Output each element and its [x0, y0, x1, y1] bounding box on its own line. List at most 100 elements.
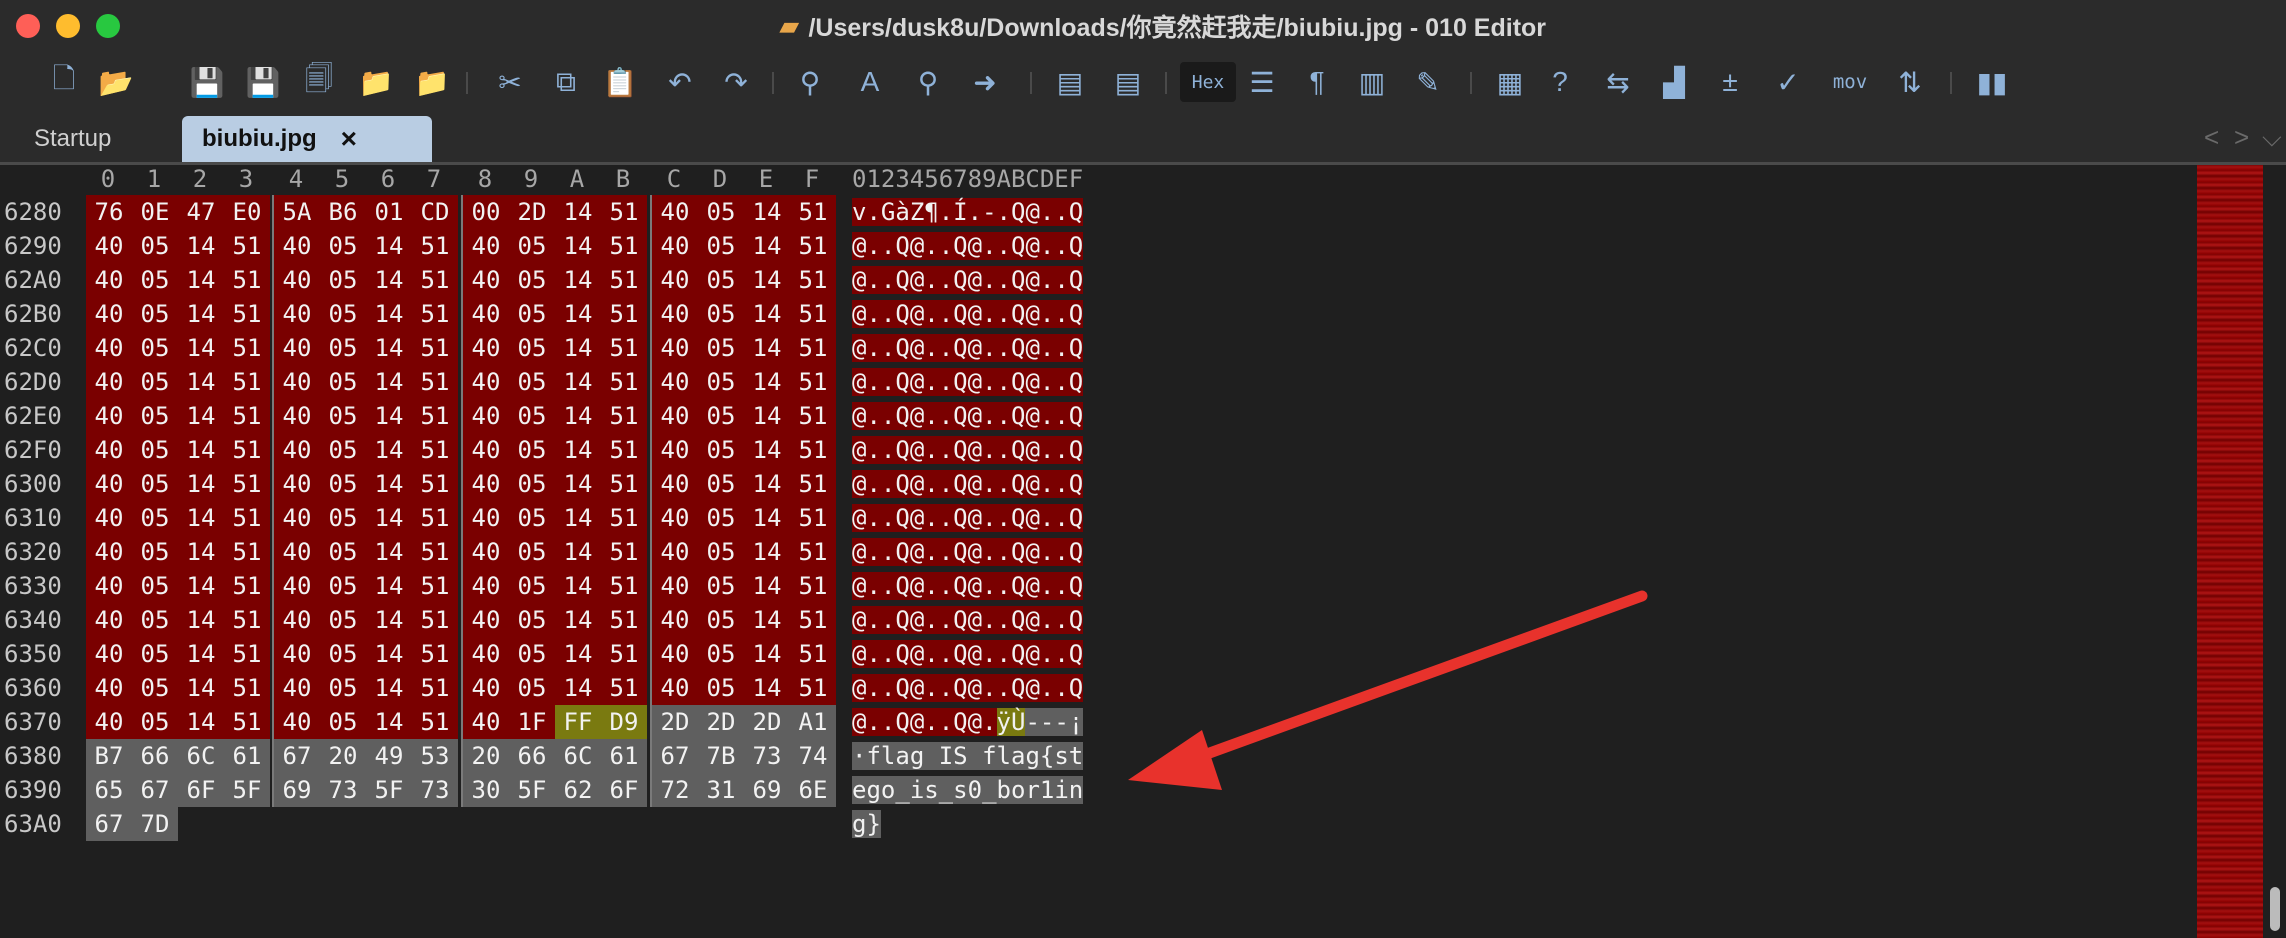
hex-byte[interactable]: 62 — [555, 773, 601, 807]
hex-byte[interactable]: 51 — [601, 365, 647, 399]
hex-byte[interactable]: 51 — [790, 569, 836, 603]
hex-byte[interactable]: 6C — [178, 739, 224, 773]
hex-byte[interactable]: 7D — [132, 807, 178, 841]
hex-byte[interactable]: 30 — [463, 773, 509, 807]
hex-byte[interactable]: 05 — [132, 297, 178, 331]
hex-byte[interactable]: 51 — [224, 535, 270, 569]
ascii-row[interactable]: @..Q@..Q@..Q@..Q — [852, 501, 1084, 535]
hex-byte[interactable]: 40 — [86, 229, 132, 263]
hex-byte[interactable]: 51 — [412, 331, 458, 365]
hex-byte[interactable]: 51 — [601, 603, 647, 637]
hex-byte[interactable]: 14 — [744, 637, 790, 671]
hex-byte[interactable]: 51 — [412, 365, 458, 399]
hex-byte[interactable]: 67 — [132, 773, 178, 807]
hex-byte[interactable]: 51 — [790, 467, 836, 501]
save-icon[interactable]: 💾 — [187, 62, 227, 102]
hex-byte[interactable]: 51 — [224, 229, 270, 263]
hex-byte[interactable]: 40 — [274, 263, 320, 297]
hex-byte[interactable]: 51 — [790, 637, 836, 671]
hex-byte[interactable]: 51 — [790, 195, 836, 229]
hex-byte[interactable]: 14 — [178, 467, 224, 501]
hex-byte[interactable]: 40 — [652, 331, 698, 365]
hex-byte[interactable]: 51 — [412, 603, 458, 637]
hex-byte[interactable]: 40 — [86, 433, 132, 467]
hex-byte[interactable]: 69 — [274, 773, 320, 807]
hex-byte[interactable]: 14 — [366, 535, 412, 569]
hex-byte[interactable]: 05 — [320, 603, 366, 637]
hex-byte[interactable]: 14 — [555, 297, 601, 331]
hex-byte[interactable]: 05 — [698, 569, 744, 603]
hex-byte[interactable]: D9 — [601, 705, 647, 739]
hex-byte[interactable]: 05 — [509, 297, 555, 331]
hex-byte[interactable]: 40 — [274, 569, 320, 603]
hex-byte[interactable]: 51 — [601, 195, 647, 229]
hex-byte[interactable]: 51 — [224, 637, 270, 671]
hex-byte[interactable]: 14 — [178, 297, 224, 331]
hex-byte[interactable]: 40 — [652, 263, 698, 297]
hex-byte[interactable]: 40 — [652, 399, 698, 433]
hex-byte[interactable]: 73 — [320, 773, 366, 807]
undo-icon[interactable]: ↶ — [660, 62, 700, 102]
hex-byte[interactable]: 05 — [698, 467, 744, 501]
hex-byte[interactable]: 51 — [790, 229, 836, 263]
hex-byte[interactable]: 40 — [463, 569, 509, 603]
hex-byte[interactable]: 40 — [652, 365, 698, 399]
hex-byte[interactable]: 05 — [320, 467, 366, 501]
hex-byte[interactable]: E0 — [224, 195, 270, 229]
hex-byte[interactable]: 05 — [698, 637, 744, 671]
hex-byte[interactable]: 05 — [320, 569, 366, 603]
hex-byte[interactable]: 51 — [601, 331, 647, 365]
hex-byte[interactable]: 47 — [178, 195, 224, 229]
hex-byte[interactable]: 51 — [601, 535, 647, 569]
hex-byte[interactable]: 66 — [509, 739, 555, 773]
close-window-button[interactable] — [16, 14, 40, 38]
hex-byte[interactable]: 2D — [744, 705, 790, 739]
pause-icon[interactable]: ▮▮ — [1972, 62, 2012, 102]
hex-byte[interactable]: 05 — [132, 535, 178, 569]
hex-byte[interactable]: 05 — [320, 331, 366, 365]
hex-byte[interactable]: 05 — [132, 331, 178, 365]
hex-byte[interactable]: 40 — [86, 671, 132, 705]
hex-byte[interactable]: 05 — [698, 297, 744, 331]
hex-byte[interactable]: 40 — [463, 671, 509, 705]
hex-byte[interactable]: 51 — [224, 263, 270, 297]
hex-byte[interactable]: 40 — [463, 297, 509, 331]
tab-prev-icon[interactable]: < — [2204, 122, 2219, 153]
hex-byte[interactable]: 40 — [652, 603, 698, 637]
hex-byte[interactable]: 51 — [412, 637, 458, 671]
hex-byte[interactable]: 05 — [132, 365, 178, 399]
hex-byte[interactable]: 05 — [320, 671, 366, 705]
ascii-row[interactable]: v.GàZ¶.Í.-.Q@..Q — [852, 195, 1084, 229]
ascii-row[interactable]: @..Q@..Q@..Q@..Q — [852, 365, 1084, 399]
hex-byte[interactable]: B7 — [86, 739, 132, 773]
hex-byte[interactable]: 40 — [652, 229, 698, 263]
hex-byte[interactable]: FF — [555, 705, 601, 739]
hex-byte[interactable]: 2D — [509, 195, 555, 229]
hex-byte[interactable]: 40 — [274, 467, 320, 501]
hex-byte[interactable]: 14 — [744, 297, 790, 331]
hex-byte[interactable]: 14 — [744, 365, 790, 399]
hex-byte[interactable]: 05 — [132, 569, 178, 603]
hex-byte[interactable]: 66 — [132, 739, 178, 773]
highlight-icon[interactable]: ✎ — [1408, 62, 1448, 102]
hex-byte[interactable]: 51 — [790, 603, 836, 637]
hex-byte[interactable]: 05 — [132, 603, 178, 637]
hex-byte[interactable]: 05 — [509, 433, 555, 467]
hex-byte[interactable]: 40 — [274, 399, 320, 433]
hex-byte[interactable]: 51 — [412, 263, 458, 297]
hex-byte[interactable]: 05 — [320, 501, 366, 535]
hex-byte[interactable]: 51 — [601, 433, 647, 467]
hex-byte[interactable]: 51 — [412, 229, 458, 263]
hex-byte[interactable]: 40 — [86, 705, 132, 739]
hex-byte[interactable]: 40 — [274, 671, 320, 705]
hex-byte[interactable]: 14 — [366, 501, 412, 535]
hex-byte[interactable]: 40 — [274, 637, 320, 671]
hex-byte[interactable]: 20 — [320, 739, 366, 773]
ascii-row[interactable]: g} — [852, 807, 881, 841]
line-width-icon[interactable]: ▥ — [1352, 62, 1392, 102]
hex-byte[interactable]: 67 — [274, 739, 320, 773]
hex-byte[interactable]: 14 — [555, 535, 601, 569]
hex-byte[interactable]: 05 — [509, 229, 555, 263]
hex-byte[interactable]: 40 — [86, 365, 132, 399]
redo-icon[interactable]: ↷ — [716, 62, 756, 102]
